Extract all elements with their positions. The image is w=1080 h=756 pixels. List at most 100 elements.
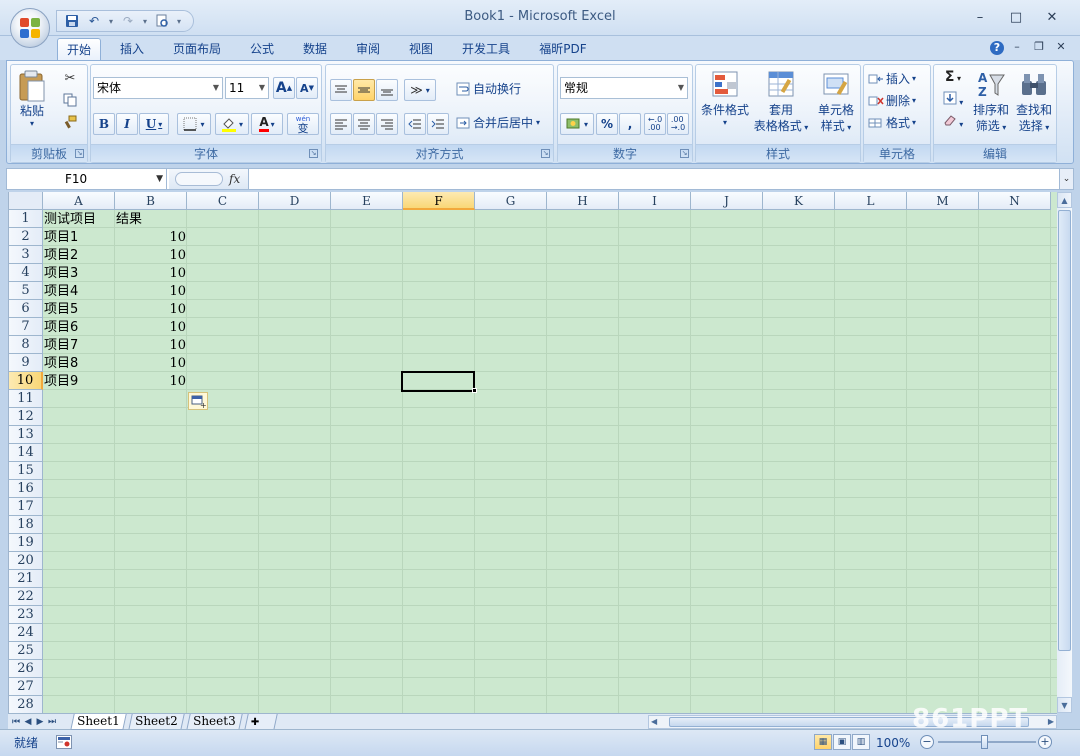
delete-cells-button[interactable]: 删除 ▾ xyxy=(868,91,928,111)
font-color-button[interactable]: A ▾ xyxy=(251,113,283,135)
cell-a2[interactable]: 项目1 xyxy=(44,229,116,247)
sheet-tab-sheet2[interactable]: Sheet2 xyxy=(128,714,185,730)
decrease-indent-button[interactable] xyxy=(404,113,426,135)
font-dialog-launcher[interactable]: ↘ xyxy=(309,149,318,158)
paste-button[interactable]: 粘贴 ▾ xyxy=(15,69,49,139)
row-header-13[interactable]: 13 xyxy=(9,426,43,444)
column-header-c[interactable]: C xyxy=(187,192,259,210)
cell-styles-button[interactable]: 单元格 样式 ▾ xyxy=(812,69,860,139)
row-header-28[interactable]: 28 xyxy=(9,696,43,713)
row-header-2[interactable]: 2 xyxy=(9,228,43,246)
first-sheet-icon[interactable]: ⏮ xyxy=(10,714,22,730)
format-as-table-button[interactable]: 套用 表格格式 ▾ xyxy=(752,69,810,139)
paste-options-icon[interactable]: + xyxy=(188,392,208,410)
merge-center-button[interactable]: 合并后居中 ▾ xyxy=(456,113,552,133)
tab-data[interactable]: 数据 xyxy=(295,38,335,60)
row-header-23[interactable]: 23 xyxy=(9,606,43,624)
row-header-16[interactable]: 16 xyxy=(9,480,43,498)
column-header-f[interactable]: F xyxy=(403,192,475,210)
row-header-6[interactable]: 6 xyxy=(9,300,43,318)
column-header-i[interactable]: I xyxy=(619,192,691,210)
row-header-19[interactable]: 19 xyxy=(9,534,43,552)
cell-a8[interactable]: 项目7 xyxy=(44,337,116,355)
fill-handle[interactable] xyxy=(472,388,477,393)
row-header-21[interactable]: 21 xyxy=(9,570,43,588)
align-top-button[interactable] xyxy=(330,79,352,101)
shrink-font-button[interactable]: A ▼ xyxy=(296,77,318,99)
row-header-27[interactable]: 27 xyxy=(9,678,43,696)
row-header-10[interactable]: 10 xyxy=(9,372,43,390)
cell-b10[interactable]: 10 xyxy=(116,373,188,391)
bold-button[interactable]: B xyxy=(93,113,115,135)
row-header-24[interactable]: 24 xyxy=(9,624,43,642)
minimize-button[interactable]: – xyxy=(962,8,998,28)
help-icon[interactable]: ? xyxy=(990,41,1004,55)
phonetic-button[interactable]: wén 变 xyxy=(287,113,319,135)
row-header-5[interactable]: 5 xyxy=(9,282,43,300)
tab-review[interactable]: 审阅 xyxy=(348,38,388,60)
tab-foxit-pdf[interactable]: 福昕PDF xyxy=(532,38,594,60)
zoom-in-button[interactable]: + xyxy=(1038,735,1052,749)
increase-indent-button[interactable] xyxy=(427,113,449,135)
merge-dropdown-icon[interactable]: ▾ xyxy=(536,115,540,131)
row-header-22[interactable]: 22 xyxy=(9,588,43,606)
column-header-e[interactable]: E xyxy=(331,192,403,210)
clipboard-dialog-launcher[interactable]: ↘ xyxy=(75,149,84,158)
row-header-20[interactable]: 20 xyxy=(9,552,43,570)
font-size-combo[interactable]: 11 ▼ xyxy=(225,77,269,99)
row-header-25[interactable]: 25 xyxy=(9,642,43,660)
column-header-d[interactable]: D xyxy=(259,192,331,210)
sort-filter-button[interactable]: AZ 排序和 筛选 ▾ xyxy=(970,69,1012,139)
row-header-3[interactable]: 3 xyxy=(9,246,43,264)
cell-b2[interactable]: 10 xyxy=(116,229,188,247)
cell-a9[interactable]: 项目8 xyxy=(44,355,116,373)
insert-cells-button[interactable]: 插入 ▾ xyxy=(868,69,928,89)
column-header-h[interactable]: H xyxy=(547,192,619,210)
conditional-formatting-button[interactable]: 条件格式 ▾ xyxy=(698,69,752,139)
tab-formulas[interactable]: 公式 xyxy=(242,38,282,60)
workbook-close-button[interactable]: ✕ xyxy=(1052,40,1070,56)
tab-view[interactable]: 视图 xyxy=(401,38,441,60)
cell-b8[interactable]: 10 xyxy=(116,337,188,355)
cell-a4[interactable]: 项目3 xyxy=(44,265,116,283)
cell-a5[interactable]: 项目4 xyxy=(44,283,116,301)
align-center-button[interactable] xyxy=(353,113,375,135)
column-header-j[interactable]: J xyxy=(691,192,763,210)
cell-b9[interactable]: 10 xyxy=(116,355,188,373)
next-sheet-icon[interactable]: ▶ xyxy=(34,714,46,730)
font-name-combo[interactable]: 宋体 ▼ xyxy=(93,77,223,99)
normal-view-button[interactable]: ▦ xyxy=(814,734,832,750)
decrease-decimal-button[interactable]: .00 →.0 xyxy=(667,113,689,135)
row-header-8[interactable]: 8 xyxy=(9,336,43,354)
tab-insert[interactable]: 插入 xyxy=(112,38,152,60)
workbook-minimize-button[interactable]: – xyxy=(1008,40,1026,56)
font-name-dropdown-icon[interactable]: ▼ xyxy=(213,78,219,98)
workbook-restore-button[interactable]: ❐ xyxy=(1030,40,1048,56)
close-button[interactable]: ✕ xyxy=(1034,8,1070,28)
formula-splitter-handle[interactable] xyxy=(175,172,223,186)
scroll-right-icon[interactable]: ▶ xyxy=(1048,716,1054,728)
format-painter-icon[interactable] xyxy=(61,115,79,131)
italic-button[interactable]: I xyxy=(116,113,138,135)
alignment-dialog-launcher[interactable]: ↘ xyxy=(541,149,550,158)
row-header-11[interactable]: 11 xyxy=(9,390,43,408)
column-header-k[interactable]: K xyxy=(763,192,835,210)
expand-formula-bar-icon[interactable]: ⌄ xyxy=(1059,169,1073,189)
row-header-14[interactable]: 14 xyxy=(9,444,43,462)
cell-a3[interactable]: 项目2 xyxy=(44,247,116,265)
cell-a7[interactable]: 项目6 xyxy=(44,319,116,337)
vertical-scroll-thumb[interactable] xyxy=(1058,210,1071,651)
align-right-button[interactable] xyxy=(376,113,398,135)
column-header-g[interactable]: G xyxy=(475,192,547,210)
wrap-text-button[interactable]: 自动换行 xyxy=(456,79,528,99)
borders-button[interactable]: ▾ xyxy=(177,113,211,135)
align-bottom-button[interactable] xyxy=(376,79,398,101)
comma-button[interactable]: , xyxy=(619,113,641,135)
cell-a1[interactable]: 测试项目 xyxy=(44,211,116,229)
number-dialog-launcher[interactable]: ↘ xyxy=(680,149,689,158)
cell-b1[interactable]: 结果 xyxy=(116,211,188,229)
grow-font-button[interactable]: A ▲ xyxy=(273,77,295,99)
scroll-left-icon[interactable]: ◀ xyxy=(651,716,657,728)
fill-color-button[interactable]: ▾ xyxy=(215,113,249,135)
column-header-m[interactable]: M xyxy=(907,192,979,210)
